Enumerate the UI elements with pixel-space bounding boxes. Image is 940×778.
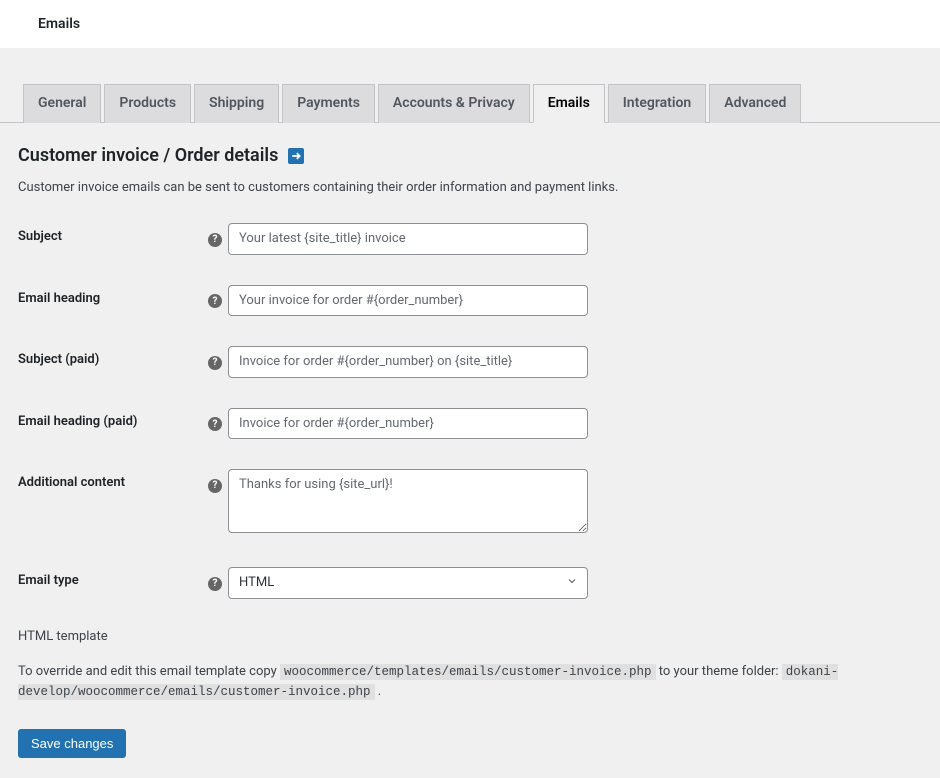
settings-tabs: General Products Shipping Payments Accou…	[0, 48, 940, 123]
tab-products[interactable]: Products	[104, 84, 191, 123]
row-email-heading: Email heading ?	[18, 285, 922, 317]
tab-payments[interactable]: Payments	[282, 84, 375, 123]
label-additional-content: Additional content	[18, 469, 208, 490]
page-description: Customer invoice emails can be sent to c…	[18, 180, 922, 195]
content: Customer invoice / Order details Custome…	[0, 123, 940, 778]
row-additional-content: Additional content ?	[18, 469, 922, 537]
additional-content-textarea[interactable]	[228, 469, 588, 533]
template-heading: HTML template	[18, 629, 922, 644]
label-subject: Subject	[18, 223, 208, 244]
label-subject-paid: Subject (paid)	[18, 346, 208, 367]
row-email-type: Email type ? HTML	[18, 567, 922, 599]
email-heading-input[interactable]	[228, 285, 588, 317]
template-text-suffix: .	[378, 684, 381, 699]
tab-accounts-privacy[interactable]: Accounts & Privacy	[378, 84, 530, 123]
subject-input[interactable]	[228, 223, 588, 255]
template-text-prefix: To override and edit this email template…	[18, 664, 280, 679]
template-note: To override and edit this email template…	[18, 662, 922, 704]
tab-integration[interactable]: Integration	[608, 84, 706, 123]
label-email-heading: Email heading	[18, 285, 208, 306]
save-button[interactable]: Save changes	[18, 729, 126, 758]
page-title-text: Customer invoice / Order details	[18, 145, 278, 166]
back-link-icon[interactable]	[288, 148, 304, 164]
help-icon[interactable]: ?	[208, 233, 222, 247]
main-area: General Products Shipping Payments Accou…	[0, 48, 940, 778]
row-email-heading-paid: Email heading (paid) ?	[18, 408, 922, 440]
page-title: Customer invoice / Order details	[18, 145, 922, 166]
tab-advanced[interactable]: Advanced	[709, 84, 801, 123]
subject-paid-input[interactable]	[228, 346, 588, 378]
tab-general[interactable]: General	[23, 84, 101, 123]
template-text-middle: to your theme folder:	[659, 664, 782, 679]
tab-shipping[interactable]: Shipping	[194, 84, 279, 123]
row-subject: Subject ?	[18, 223, 922, 255]
email-type-select[interactable]: HTML	[228, 567, 588, 599]
label-email-type: Email type	[18, 567, 208, 588]
page-header: Emails	[0, 0, 940, 48]
page-header-title: Emails	[38, 16, 80, 32]
row-subject-paid: Subject (paid) ?	[18, 346, 922, 378]
help-icon[interactable]: ?	[208, 417, 222, 431]
label-email-heading-paid: Email heading (paid)	[18, 408, 208, 429]
help-icon[interactable]: ?	[208, 577, 222, 591]
template-code-source: woocommerce/templates/emails/customer-in…	[280, 664, 656, 680]
help-icon[interactable]: ?	[208, 479, 222, 493]
email-heading-paid-input[interactable]	[228, 408, 588, 440]
tab-emails[interactable]: Emails	[533, 84, 605, 123]
help-icon[interactable]: ?	[208, 294, 222, 308]
help-icon[interactable]: ?	[208, 356, 222, 370]
